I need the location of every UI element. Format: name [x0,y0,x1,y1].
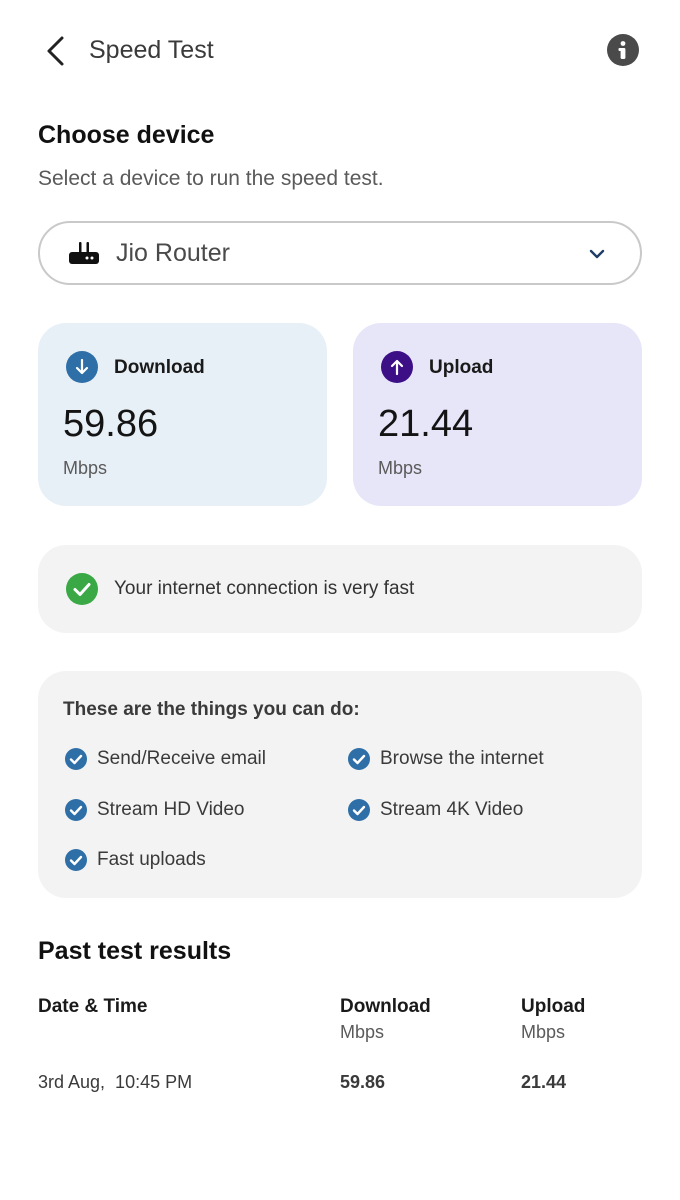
capability-item: Stream 4K Video [348,799,523,821]
capability-label: Stream HD Video [97,799,245,820]
router-icon [69,242,99,264]
capability-item: Send/Receive email [65,748,266,770]
capability-label: Fast uploads [97,849,206,870]
download-label: Download [114,357,205,378]
capability-item: Browse the internet [348,748,544,770]
check-icon [65,799,87,821]
column-unit-upload: Mbps [521,1022,566,1042]
result-datetime: 3rd Aug, 10:45 PM [38,1072,193,1092]
result-download: 59.86 [340,1072,386,1092]
info-button[interactable] [607,34,639,66]
download-arrow-icon [66,351,98,383]
upload-card: Upload 21.44 Mbps [353,323,642,506]
download-value: 59.86 [63,403,159,445]
chevron-down-icon [589,249,605,259]
column-unit-download: Mbps [340,1022,385,1042]
capability-label: Stream 4K Video [380,799,524,820]
result-upload: 21.44 [521,1072,567,1092]
column-header-download: Download [340,996,431,1017]
capability-label: Send/Receive email [97,748,266,769]
capability-label: Browse the internet [380,748,544,769]
back-button[interactable] [40,34,72,68]
column-header-upload: Upload [521,996,586,1017]
choose-device-subtitle: Select a device to run the speed test. [38,167,384,190]
download-unit: Mbps [63,458,108,478]
check-icon [348,799,370,821]
download-card: Download 59.86 Mbps [38,323,327,506]
selected-device-label: Jio Router [116,238,230,267]
connection-status-banner: Your internet connection is very fast [38,545,642,633]
check-circle-icon [66,573,98,605]
capabilities-panel: These are the things you can do: Send/Re… [38,671,642,898]
speed-test-screen: Speed Test Choose device Select a device… [0,0,680,1200]
capability-item: Fast uploads [65,849,206,871]
upload-arrow-icon [381,351,413,383]
chevron-left-icon [47,36,64,66]
info-icon [618,41,626,59]
column-header-datetime: Date & Time [38,996,148,1017]
connection-status-text: Your internet connection is very fast [114,578,415,599]
capability-item: Stream HD Video [65,799,245,821]
capabilities-title: These are the things you can do: [63,699,360,720]
check-icon [348,748,370,770]
past-results-heading: Past test results [38,937,232,965]
page-title: Speed Test [89,36,214,64]
upload-unit: Mbps [378,458,423,478]
app-header: Speed Test [0,0,680,100]
device-select[interactable]: Jio Router [38,221,642,285]
choose-device-heading: Choose device [38,121,215,149]
check-icon [65,748,87,770]
upload-value: 21.44 [378,403,474,445]
upload-label: Upload [429,357,494,378]
check-icon [65,849,87,871]
